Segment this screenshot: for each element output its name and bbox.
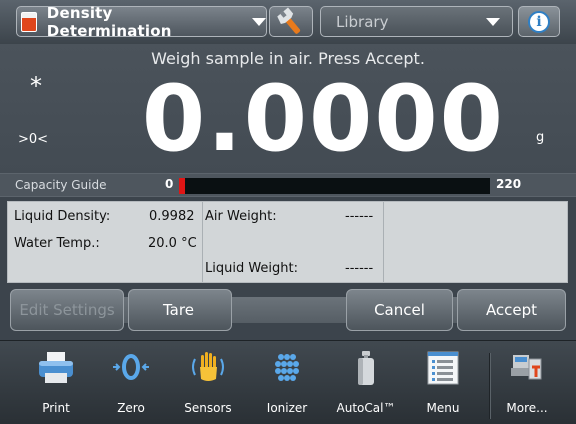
autocal-label: AutoCal™ <box>336 401 396 415</box>
print-label: Print <box>42 401 70 415</box>
column-divider <box>383 202 384 282</box>
zero-label: Zero <box>117 401 145 415</box>
air-weight-label: Air Weight: <box>205 209 277 224</box>
weight-unit: g <box>536 130 545 145</box>
autocal-button[interactable]: AutoCal™ <box>334 349 398 424</box>
water-temp-value: 20.0 °C <box>148 236 197 251</box>
capacity-min: 0 <box>165 177 174 191</box>
cancel-button[interactable]: Cancel <box>346 289 453 331</box>
liquid-weight-value: ------ <box>345 261 374 276</box>
liquid-density-value: 0.9982 <box>149 209 195 224</box>
info-button[interactable]: i <box>518 6 560 37</box>
liquid-weight-label: Liquid Weight: <box>205 261 299 276</box>
weight-reading: 0.0000 <box>141 67 505 172</box>
sensors-button[interactable]: Sensors <box>176 349 240 424</box>
density-app-icon <box>21 11 37 32</box>
accept-button[interactable]: Accept <box>457 289 566 331</box>
settings-wrench-button[interactable] <box>269 6 313 37</box>
menu-button[interactable]: Menu <box>411 349 475 424</box>
column-divider <box>202 202 203 282</box>
weight-display: Weigh sample in air. Press Accept. * >0<… <box>0 44 576 173</box>
water-temp-label: Water Temp.: <box>14 236 100 251</box>
ionizer-button[interactable]: Ionizer <box>255 349 319 424</box>
zero-button[interactable]: Zero <box>99 349 163 424</box>
chevron-down-icon <box>252 17 266 26</box>
softkey-row: Edit Settings Tare Cancel Accept <box>0 285 576 335</box>
capacity-max: 220 <box>496 177 522 191</box>
more-button[interactable]: More... <box>495 349 559 424</box>
application-select[interactable]: Density Determination <box>16 3 267 40</box>
bottom-toolbar: Print Zero Sensors Ionizer AutoCal™ Menu… <box>0 340 576 424</box>
library-label: Library <box>336 12 389 31</box>
menu-list-icon <box>427 351 459 385</box>
info-icon: i <box>528 10 550 33</box>
library-select[interactable]: Library <box>320 6 513 37</box>
print-button[interactable]: Print <box>24 349 88 424</box>
center-of-zero-indicator: >0< <box>18 132 49 147</box>
menu-label: Menu <box>426 401 460 415</box>
ionizer-label: Ionizer <box>266 401 308 415</box>
more-label: More... <box>506 401 548 415</box>
sensors-label: Sensors <box>184 401 232 415</box>
capacity-bar-fill <box>179 178 186 194</box>
density-data-panel: Liquid Density: 0.9982 Water Temp.: 20.0… <box>7 201 568 283</box>
hand-sensor-icon <box>192 352 224 381</box>
toolbar-separator <box>489 353 491 419</box>
capacity-guide-label: Capacity Guide <box>15 178 107 192</box>
application-name: Density Determination <box>46 3 172 40</box>
chevron-down-icon <box>486 17 500 26</box>
softkey-spacer <box>232 297 346 323</box>
tare-button[interactable]: Tare <box>128 289 232 331</box>
zero-icon <box>113 354 149 380</box>
printer-icon <box>39 352 73 383</box>
air-weight-value: ------ <box>345 209 374 224</box>
top-bar: Density Determination Library i <box>0 0 576 44</box>
instruction-text: Weigh sample in air. Press Accept. <box>151 49 425 68</box>
stability-indicator: * <box>30 72 42 100</box>
more-icon <box>511 355 542 380</box>
capacity-guide: Capacity Guide 0 220 <box>0 173 576 197</box>
liquid-density-label: Liquid Density: <box>14 209 111 224</box>
edit-settings-button[interactable]: Edit Settings <box>10 289 124 331</box>
calibration-weight-icon <box>358 351 374 385</box>
wrench-icon <box>277 7 301 34</box>
ionizer-icon <box>275 354 299 381</box>
capacity-bar <box>179 178 490 194</box>
